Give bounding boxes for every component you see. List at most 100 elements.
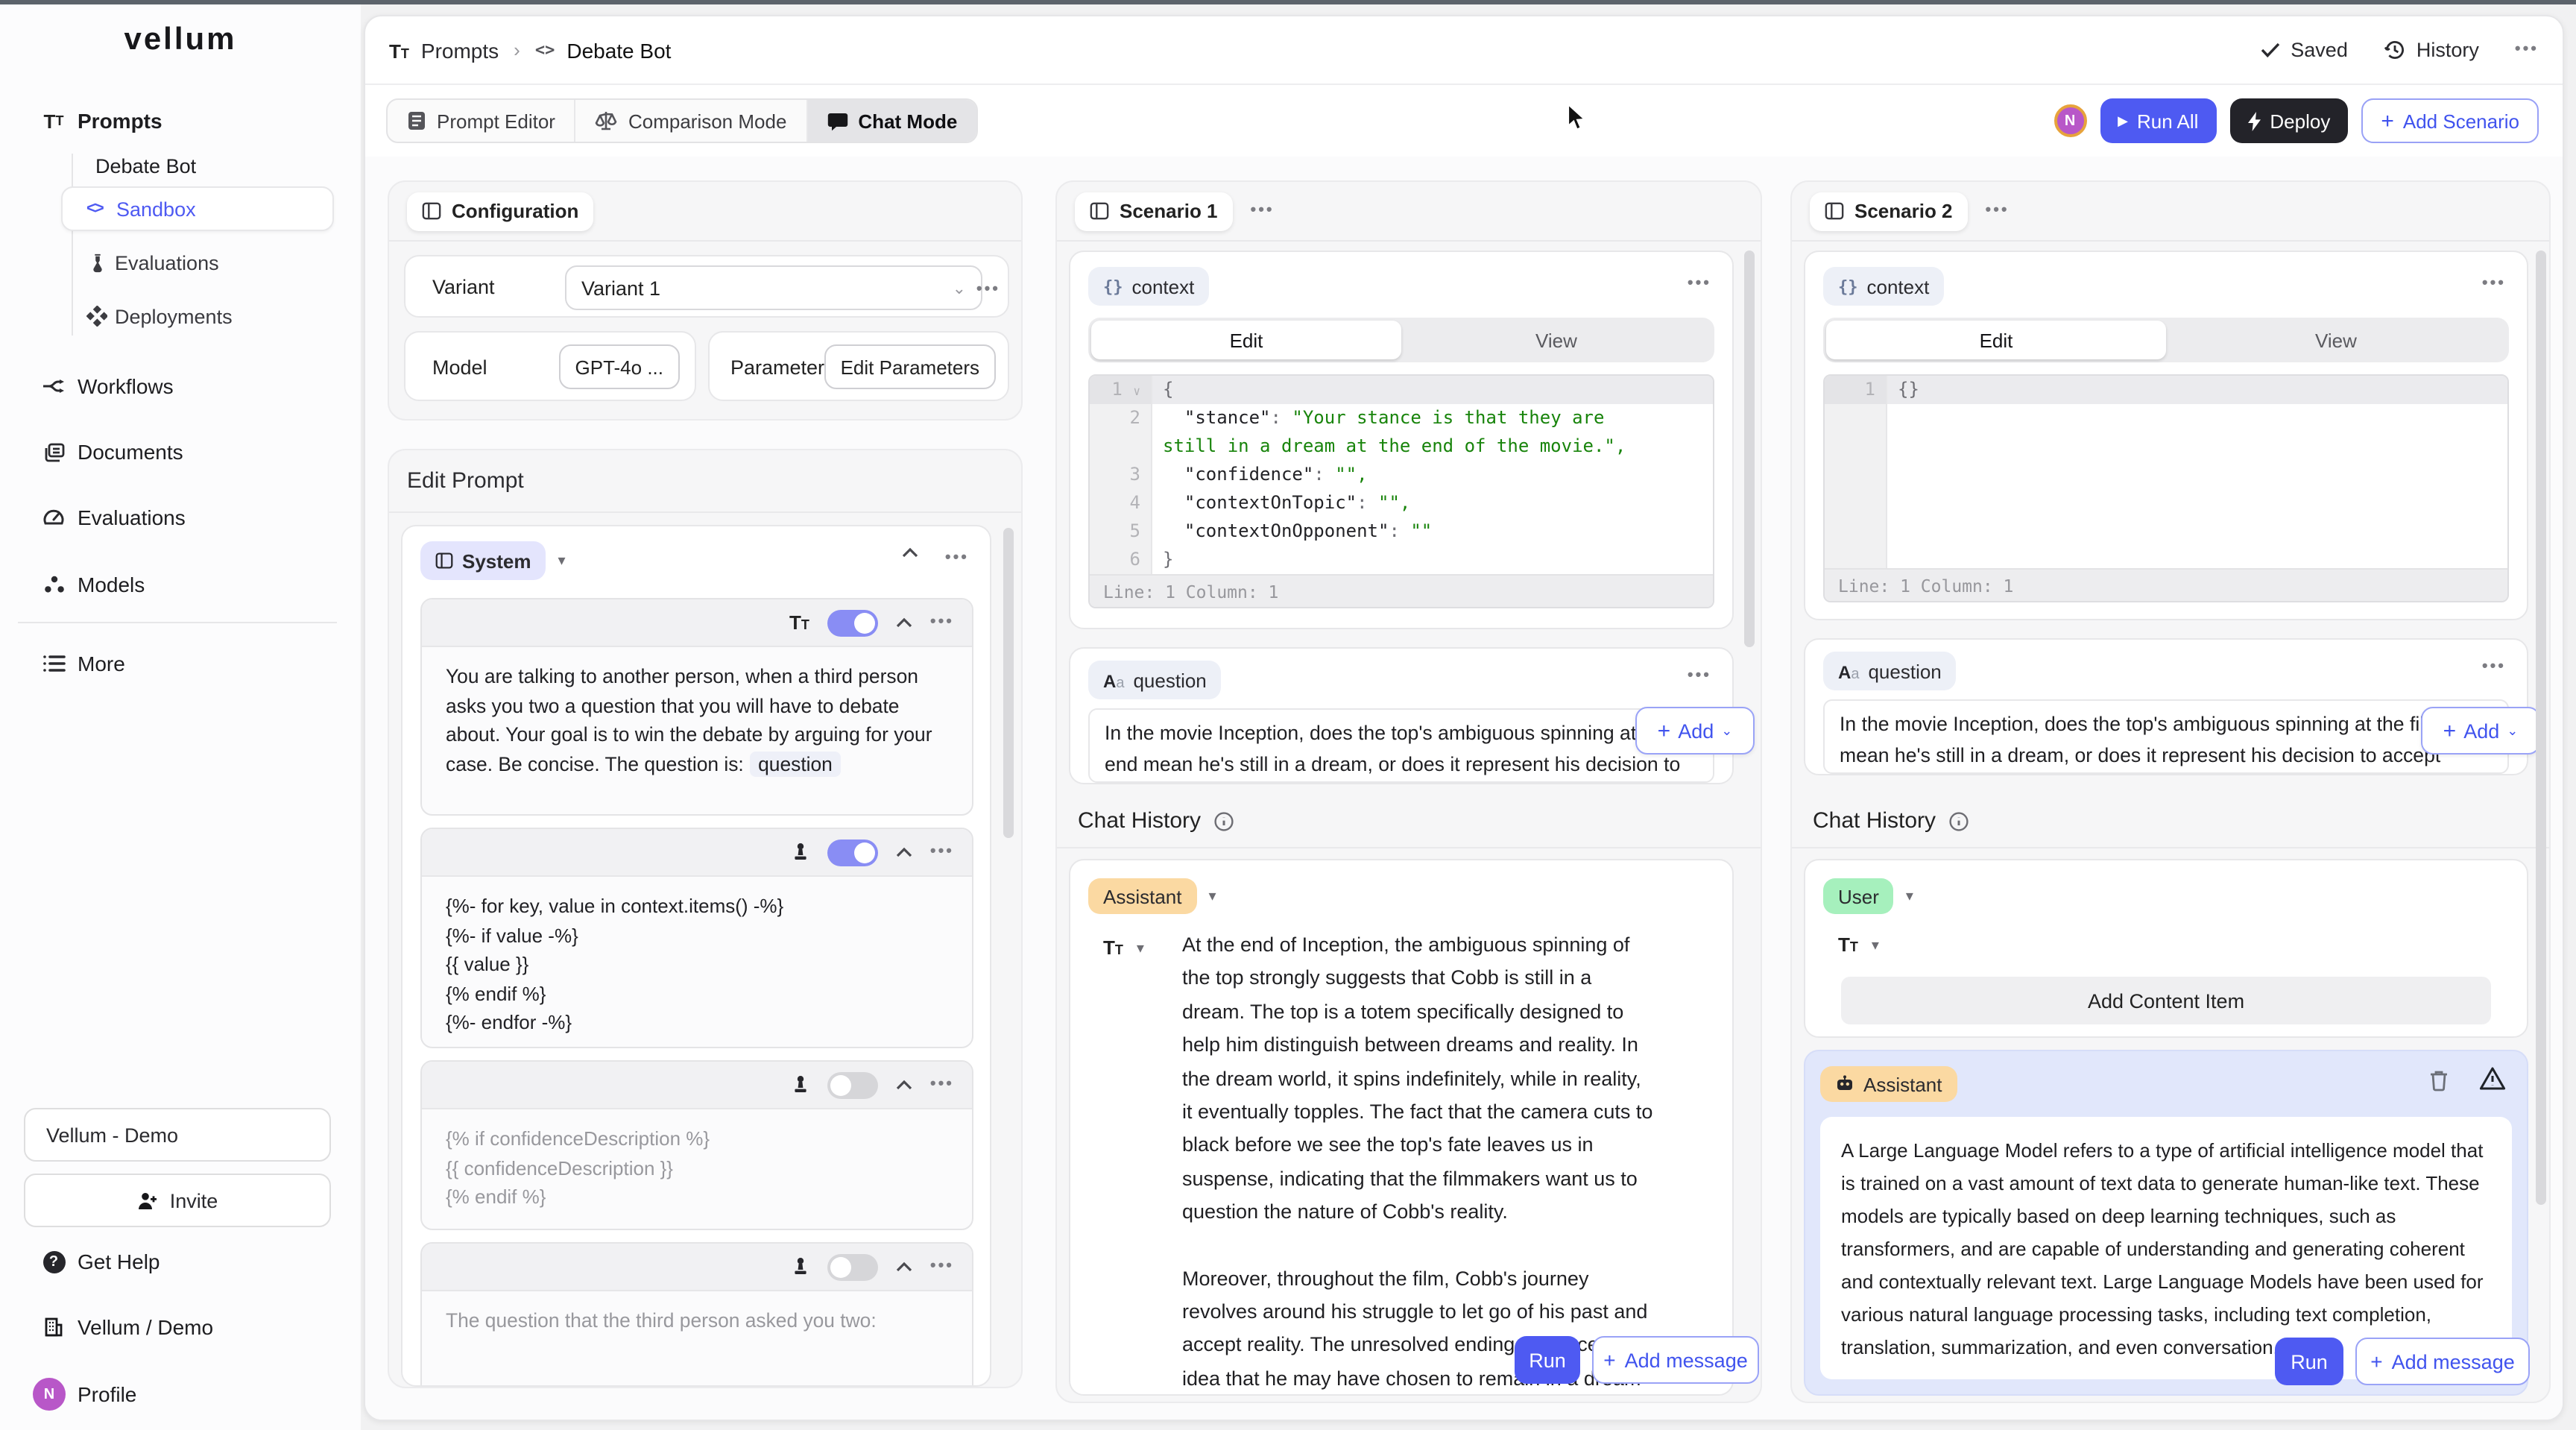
sidebar-item-deployments[interactable]: Deployments xyxy=(0,297,361,336)
block-enabled-toggle[interactable] xyxy=(827,839,878,866)
add-scenario-button[interactable]: + Add Scenario xyxy=(2361,98,2539,143)
sidebar-item-get-help[interactable]: ? Get Help xyxy=(0,1241,361,1282)
tab-view[interactable]: View xyxy=(2166,321,2506,359)
scenario-1-chip[interactable]: Scenario 1 xyxy=(1075,192,1233,230)
collapse-icon[interactable] xyxy=(902,547,918,558)
context-variable-chip[interactable]: {} context xyxy=(1823,267,1944,306)
scenario-1-scrollbar[interactable] xyxy=(1744,251,1755,647)
model-select-button[interactable]: GPT-4o ... xyxy=(559,344,681,389)
edit-prompt-scrollbar[interactable] xyxy=(1003,528,1014,838)
variant-select[interactable]: Variant 1 ⌄ xyxy=(565,265,982,310)
run-button[interactable]: Run xyxy=(2275,1338,2343,1385)
tab-view[interactable]: View xyxy=(1401,321,1711,359)
add-variable-button[interactable]: + Add ⌄ xyxy=(2421,707,2540,755)
question-input[interactable]: In the movie Inception, does the top's a… xyxy=(1823,699,2509,774)
add-message-button[interactable]: + Add message xyxy=(1592,1336,1759,1384)
chat-history-title: Chat History xyxy=(1813,808,1969,834)
caret-down-icon[interactable]: ▾ xyxy=(1872,937,1879,954)
caret-down-icon[interactable]: ▾ xyxy=(1137,940,1144,957)
caret-down-icon[interactable]: ▾ xyxy=(558,552,566,569)
caret-down-icon[interactable]: ▾ xyxy=(1209,888,1216,904)
user-avatar[interactable]: N xyxy=(2053,104,2086,137)
scenario-2-chip[interactable]: Scenario 2 xyxy=(1810,192,1968,230)
block-text[interactable]: You are talking to another person, when … xyxy=(422,647,972,793)
delete-icon[interactable] xyxy=(2428,1069,2449,1092)
breadcrumb-root[interactable]: Prompts xyxy=(421,38,499,62)
context-menu-icon[interactable]: ••• xyxy=(1688,276,1711,292)
json-editor[interactable]: 1 ∨{ 2 "stance": "Your stance is that th… xyxy=(1088,374,1714,608)
run-all-button[interactable]: ▶ Run All xyxy=(2100,98,2216,143)
sidebar-item-sandbox[interactable]: <> Sandbox xyxy=(61,186,334,231)
assistant-role-chip[interactable]: Assistant xyxy=(1088,878,1197,914)
add-content-item-button[interactable]: Add Content Item xyxy=(1841,977,2491,1024)
prompts-icon: TT xyxy=(42,109,66,133)
tab-chat-mode[interactable]: Chat Mode xyxy=(807,100,976,142)
edit-parameters-button[interactable]: Edit Parameters xyxy=(824,344,996,389)
block-text[interactable]: {%- for key, value in context.items() -%… xyxy=(422,877,972,1048)
sidebar-item-profile[interactable]: N Profile xyxy=(0,1373,361,1415)
block-enabled-toggle[interactable] xyxy=(827,609,878,636)
sidebar-item-evaluations[interactable]: Evaluations xyxy=(0,497,361,538)
sidebar-item-models[interactable]: Models xyxy=(0,564,361,605)
workspace-selector[interactable]: Vellum - Demo xyxy=(24,1108,331,1162)
context-menu-icon[interactable]: ••• xyxy=(2482,276,2506,292)
tab-edit[interactable]: Edit xyxy=(1826,321,2166,359)
scenario-menu-icon[interactable]: ••• xyxy=(1251,203,1275,219)
block-menu-icon[interactable]: ••• xyxy=(930,1077,954,1093)
collapse-icon[interactable] xyxy=(896,1080,912,1090)
question-menu-icon[interactable]: ••• xyxy=(1688,668,1711,684)
block-menu-icon[interactable]: ••• xyxy=(930,1259,954,1275)
deploy-button[interactable]: Deploy xyxy=(2229,98,2348,143)
chat-message-card: Assistant ▾ TT ▾ At the end of Inception… xyxy=(1069,859,1734,1396)
question-variable-chip[interactable]: Aa question xyxy=(1823,652,1957,690)
json-editor[interactable]: 1{} Line: 1 Column: 1 xyxy=(1823,374,2509,602)
mouse-cursor xyxy=(1565,103,1591,133)
overflow-menu-icon[interactable]: ••• xyxy=(2515,42,2539,58)
block-text[interactable]: {% if confidenceDescription %} {{ confid… xyxy=(422,1109,972,1226)
sidebar-item-prompts[interactable]: TT Prompts xyxy=(0,100,361,142)
parameters-row: Parameters Edit Parameters xyxy=(708,331,1009,401)
tab-prompt-editor[interactable]: Prompt Editor xyxy=(388,100,576,142)
collapse-icon[interactable] xyxy=(896,617,912,628)
check-icon xyxy=(2259,42,2280,58)
chat-history-title: Chat History xyxy=(1078,808,1234,834)
editor-status-bar: Line: 1 Column: 1 xyxy=(1090,574,1713,607)
configuration-chip[interactable]: Configuration xyxy=(407,192,593,230)
history-button[interactable]: History xyxy=(2384,39,2479,61)
collapse-icon[interactable] xyxy=(896,1262,912,1272)
block-enabled-toggle[interactable] xyxy=(827,1071,878,1098)
block-menu-icon[interactable]: ••• xyxy=(945,550,969,567)
sidebar-item-debate-bot[interactable]: Debate Bot xyxy=(0,148,361,183)
tab-comparison-mode[interactable]: Comparison Mode xyxy=(576,100,807,142)
assistant-role-chip[interactable]: Assistant xyxy=(1820,1066,1957,1102)
collapse-icon[interactable] xyxy=(896,847,912,857)
sidebar-item-org[interactable]: Vellum / Demo xyxy=(0,1306,361,1348)
question-variable-chip[interactable]: Aa question xyxy=(1088,661,1222,699)
sidebar-item-more[interactable]: More xyxy=(0,643,361,684)
variable-chip[interactable]: question xyxy=(749,751,842,776)
sidebar-item-workflows[interactable]: Workflows xyxy=(0,365,361,407)
variant-menu-icon[interactable]: ••• xyxy=(976,282,1000,298)
add-variable-button[interactable]: + Add ⌄ xyxy=(1635,707,1755,755)
sidebar-item-evaluations-sub[interactable]: Evaluations xyxy=(0,243,361,282)
block-menu-icon[interactable]: ••• xyxy=(930,614,954,631)
block-text[interactable]: The question that the third person asked… xyxy=(422,1291,972,1350)
scenario-menu-icon[interactable]: ••• xyxy=(1986,203,2010,219)
run-button[interactable]: Run xyxy=(1515,1336,1580,1384)
system-role-chip[interactable]: System xyxy=(420,541,546,580)
scenario-2-scrollbar[interactable] xyxy=(2536,251,2546,1205)
sidebar-item-documents[interactable]: Documents xyxy=(0,431,361,473)
user-role-chip[interactable]: User xyxy=(1823,878,1894,914)
assistant-message-text[interactable]: At the end of Inception, the ambiguous s… xyxy=(1182,929,1656,1396)
tab-edit[interactable]: Edit xyxy=(1091,321,1401,359)
question-input[interactable]: In the movie Inception, does the top's a… xyxy=(1088,708,1714,783)
add-message-button[interactable]: + Add message xyxy=(2355,1338,2530,1385)
context-variable-chip[interactable]: {} context xyxy=(1088,267,1209,306)
block-menu-icon[interactable]: ••• xyxy=(930,844,954,860)
warning-icon[interactable] xyxy=(2479,1066,2506,1092)
question-menu-icon[interactable]: ••• xyxy=(2482,659,2506,675)
block-enabled-toggle[interactable] xyxy=(827,1253,878,1280)
invite-button[interactable]: Invite xyxy=(24,1174,331,1227)
caret-down-icon[interactable]: ▾ xyxy=(1906,888,1913,904)
play-icon: ▶ xyxy=(2118,113,2128,129)
